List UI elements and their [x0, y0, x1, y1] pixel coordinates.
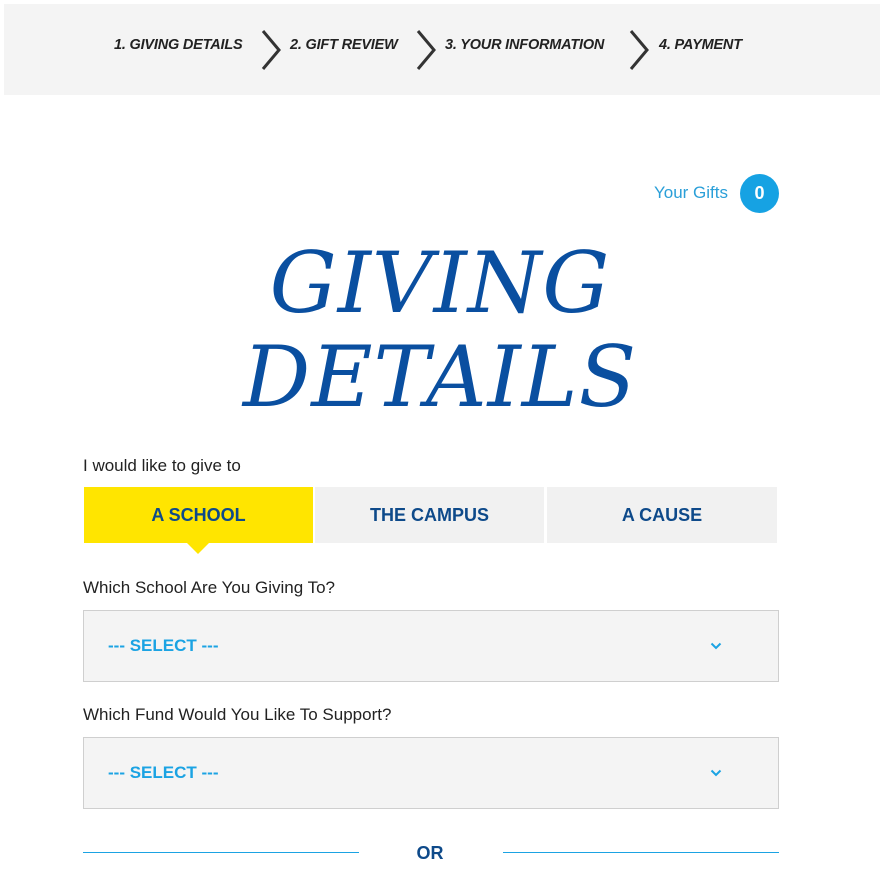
your-gifts-label: Your Gifts — [653, 183, 728, 202]
step-giving-details[interactable]: 1. GIVING DETAILS — [114, 4, 243, 95]
give-to-tabs: A SCHOOL THE CAMPUS A CAUSE — [84, 487, 777, 554]
page-title-line-1: GIVING — [269, 234, 611, 332]
tab-the-campus[interactable]: THE CAMPUS — [315, 487, 544, 543]
fund-select[interactable]: --- SELECT --- — [83, 737, 779, 809]
active-tab-pointer — [187, 543, 209, 554]
divider-line-left — [83, 852, 359, 853]
school-select-label: Which School Are You Giving To? — [83, 578, 336, 597]
chevron-down-icon — [710, 642, 722, 650]
school-select[interactable]: --- SELECT --- — [83, 610, 779, 682]
give-to-label: I would like to give to — [83, 456, 241, 475]
divider-line-right — [503, 852, 779, 853]
chevron-right-icon — [629, 30, 649, 70]
tab-a-school[interactable]: A SCHOOL — [84, 487, 313, 543]
tab-a-cause[interactable]: A CAUSE — [547, 487, 777, 543]
page-title-line-2: DETAILS — [242, 328, 638, 426]
gift-count-badge: 0 — [740, 173, 779, 213]
step-payment[interactable]: 4. PAYMENT — [659, 4, 742, 95]
step-your-information[interactable]: 3. YOUR INFORMATION — [445, 4, 604, 95]
step-gift-review[interactable]: 2. GIFT REVIEW — [290, 4, 398, 95]
or-divider-text: OR — [416, 843, 444, 863]
chevron-right-icon — [416, 30, 436, 70]
your-gifts-link[interactable]: Your Gifts 0 — [654, 173, 779, 213]
chevron-down-icon — [710, 769, 722, 777]
school-select-value: --- SELECT --- — [108, 636, 219, 655]
fund-select-label: Which Fund Would You Like To Support? — [83, 705, 392, 724]
fund-select-value: --- SELECT --- — [108, 763, 219, 782]
chevron-right-icon — [261, 30, 281, 70]
checkout-steps-bar: 1. GIVING DETAILS 2. GIFT REVIEW 3. YOUR… — [4, 4, 880, 95]
